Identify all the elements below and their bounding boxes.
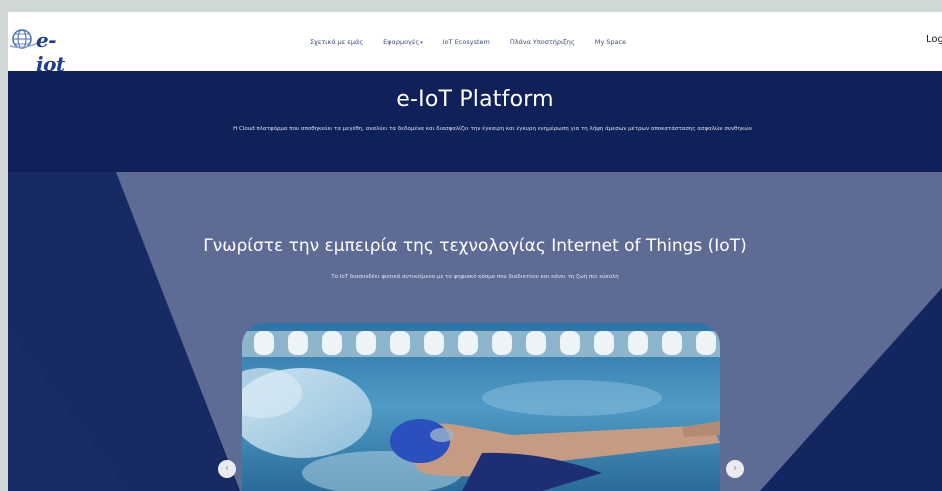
- site-header: e-iot Σχετικά με εμάς Εφαρμογές▾ IoT Eco…: [8, 12, 942, 76]
- nav-iot-ecosystem[interactable]: IoT Ecosystem: [443, 38, 490, 46]
- chevron-down-icon: ▾: [420, 40, 423, 46]
- nav-about[interactable]: Σχετικά με εμάς: [310, 38, 363, 46]
- swimmer-photo: [242, 323, 720, 491]
- hero-banner: e-IoT Platform Η Cloud πλατφόρμα που απο…: [8, 71, 942, 172]
- browser-viewport: e-iot Σχετικά με εμάς Εφαρμογές▾ IoT Eco…: [8, 12, 942, 491]
- main-nav: Σχετικά με εμάς Εφαρμογές▾ IoT Ecosystem…: [310, 35, 646, 49]
- nav-my-space[interactable]: My Space: [595, 38, 626, 46]
- carousel-slide-image[interactable]: [242, 323, 720, 491]
- section-subtitle: Το IoT διασυνδέει φυσικά αντικείμενα με …: [331, 274, 619, 280]
- logo-text: e-iot: [36, 28, 65, 76]
- nav-support-plans[interactable]: Πλάνα Υποστήριξης: [510, 38, 575, 46]
- iot-intro-section: Γνωρίστε την εμπειρία της τεχνολογίας In…: [8, 172, 942, 491]
- carousel-prev-button[interactable]: ‹: [218, 460, 236, 478]
- chevron-left-icon: ‹: [225, 463, 229, 474]
- section-title: Γνωρίστε την εμπειρία της τεχνολογίας In…: [203, 236, 747, 256]
- chevron-right-icon: ›: [733, 463, 737, 474]
- hero-description: Η Cloud πλατφόρμα που αποθηκεύει τα μεγέ…: [233, 126, 752, 132]
- carousel-next-button[interactable]: ›: [726, 460, 744, 478]
- nav-applications[interactable]: Εφαρμογές▾: [383, 38, 423, 46]
- hero-title: e-IoT Platform: [396, 87, 554, 112]
- nav-applications-label: Εφαρμογές: [383, 38, 420, 46]
- login-link[interactable]: Login: [926, 34, 942, 45]
- site-logo[interactable]: e-iot: [10, 24, 82, 76]
